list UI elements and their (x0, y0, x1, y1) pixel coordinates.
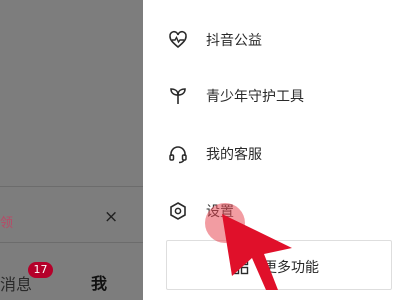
red-arrow-pointer (222, 214, 292, 290)
close-button[interactable]: × (104, 207, 118, 227)
menu-item-customer-service[interactable]: 我的客服 (143, 136, 400, 172)
headset-icon (167, 143, 189, 165)
menu-item-label: 我的客服 (206, 147, 262, 163)
heart-pulse-icon (167, 29, 189, 51)
message-count-badge: 17 (28, 262, 53, 278)
tab-messages[interactable]: 消息 (0, 271, 32, 295)
divider (0, 242, 143, 243)
tab-me[interactable]: 我 (91, 270, 107, 294)
notice-text: 领 (0, 216, 14, 231)
menu-item-label: 抖音公益 (206, 33, 262, 49)
menu-item-charity[interactable]: 抖音公益 (143, 22, 400, 58)
sprout-icon (167, 85, 189, 107)
dimmed-background[interactable] (0, 0, 143, 300)
divider (0, 186, 143, 187)
menu-item-label: 青少年守护工具 (206, 89, 304, 105)
hexagon-settings-icon (167, 200, 189, 222)
menu-item-youth-protection[interactable]: 青少年守护工具 (143, 78, 400, 114)
